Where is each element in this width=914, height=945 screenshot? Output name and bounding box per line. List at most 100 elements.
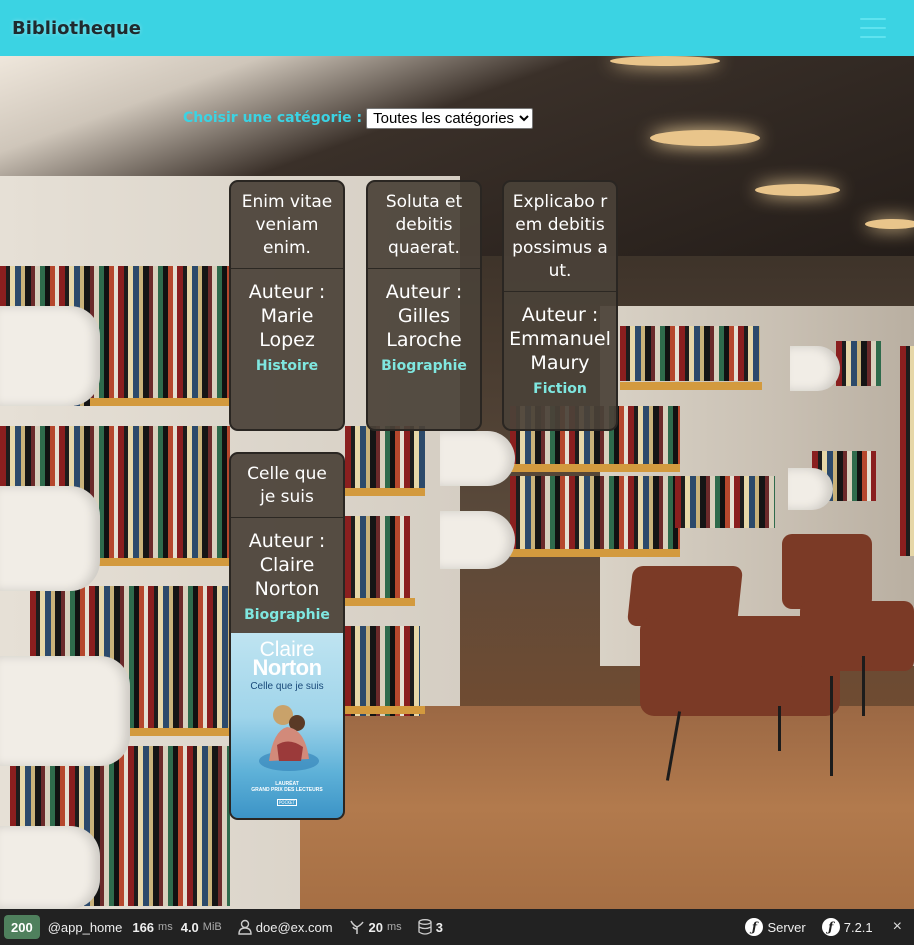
category-select[interactable]: Toutes les catégories (366, 107, 534, 129)
status-code-badge[interactable]: 200 (4, 915, 40, 939)
database-icon (418, 919, 432, 935)
shelf-board (510, 464, 680, 472)
user-icon (238, 919, 252, 935)
db-query-count: 3 (435, 919, 443, 935)
book-author-name: Emmanuel Maury (509, 328, 611, 374)
hamburger-line (860, 27, 886, 29)
cover-publisher-badge: POCKET (277, 799, 297, 806)
category-filter-label: Choisir une catégorie : (183, 110, 363, 126)
book-title: Explicabo rem debitis possimus aut. (504, 182, 616, 292)
ceiling-light (755, 184, 840, 196)
armchair (782, 534, 872, 609)
floor (300, 706, 914, 909)
shelf-side-panel (0, 486, 100, 591)
shelf-side-panel (790, 346, 840, 391)
armchair (800, 601, 914, 671)
book-card[interactable]: Soluta et debitis quaerat. Auteur : Gill… (366, 180, 482, 431)
cover-illustration (259, 705, 319, 771)
bookshelf-books (675, 476, 775, 528)
route-name: @app_home (47, 919, 123, 935)
chair-leg (862, 656, 865, 716)
shelf-side-panel (440, 431, 515, 486)
server-label: Server (767, 919, 806, 935)
user-item[interactable]: doe@ex.com (230, 909, 341, 945)
book-category[interactable]: Histoire (231, 352, 343, 386)
book-author-label: Auteur : (248, 530, 326, 552)
cover-prize: LAURÉAT GRAND PRIX DES LECTEURS (231, 781, 343, 793)
book-author-name: Claire Norton (254, 554, 320, 600)
shelf-side-panel (0, 306, 100, 406)
book-author: Auteur : Marie Lopez (231, 269, 343, 352)
symfony-version: 7.2.1 (843, 919, 873, 935)
shelf-side-panel (0, 826, 100, 909)
book-category[interactable]: Biographie (368, 352, 480, 386)
bookshelf-books (345, 516, 410, 606)
bookshelf-books (345, 426, 425, 496)
book-author-name: Marie Lopez (259, 305, 315, 351)
shelf-board (345, 488, 425, 496)
book-title: Celle que je suis (231, 454, 343, 518)
navbar: Bibliotheque (0, 0, 914, 56)
book-author-label: Auteur : (385, 281, 463, 303)
book-title: Soluta et debitis quaerat. (368, 182, 480, 269)
bookshelf-books (900, 346, 914, 556)
book-author-name: Gilles Laroche (386, 305, 462, 351)
cover-title: Celle que je suis (250, 681, 324, 692)
brand-link[interactable]: Bibliotheque (12, 18, 141, 39)
shelf-board (620, 382, 762, 390)
debug-toolbar: 200 @app_home 166 ms 4.0 MiB doe@ex.com … (0, 909, 914, 945)
chair-leg (830, 676, 833, 776)
symfony-logo-icon: ƒ (745, 918, 764, 936)
book-card[interactable]: Celle que je suis Auteur : Claire Norton… (229, 452, 345, 820)
book-author: Auteur : Claire Norton (231, 518, 343, 601)
book-author: Auteur : Emmanuel Maury (504, 292, 616, 375)
twig-icon (349, 919, 365, 935)
cover-author: Claire Norton (231, 639, 343, 680)
bookshelf-books (345, 626, 420, 716)
shelf-side-panel (0, 656, 130, 766)
database-item[interactable]: 3 (410, 909, 451, 945)
hamburger-line (860, 36, 886, 38)
shelf-board (120, 728, 230, 736)
book-title: Enim vitae veniam enim. (231, 182, 343, 269)
chair-leg (778, 706, 781, 751)
memory-item[interactable]: 4.0 MiB (181, 909, 230, 945)
twig-item[interactable]: 20 ms (341, 909, 410, 945)
time-item[interactable]: 166 ms (130, 909, 180, 945)
shelf-side-panel (440, 511, 515, 569)
memory-unit: MiB (202, 921, 222, 933)
book-category[interactable]: Fiction (504, 375, 616, 407)
book-card[interactable]: Enim vitae veniam enim. Auteur : Marie L… (229, 180, 345, 431)
symfony-version-item[interactable]: ƒ 7.2.1 (814, 909, 881, 945)
bookshelf-books (836, 341, 881, 386)
cover-prize-line: GRAND PRIX DES LECTEURS (251, 787, 323, 793)
shelf-board (345, 598, 415, 606)
close-icon[interactable]: × (881, 918, 914, 936)
book-author: Auteur : Gilles Laroche (368, 269, 480, 352)
category-filter: Choisir une catégorie : Toutes les catég… (183, 107, 534, 129)
book-cover-image[interactable]: Claire Norton Celle que je suis LAURÉAT … (231, 633, 343, 818)
hamburger-line (860, 18, 886, 20)
bookshelf-books (510, 476, 680, 556)
book-author-label: Auteur : (248, 281, 326, 303)
route-item[interactable]: @app_home (40, 909, 131, 945)
memory-value: 4.0 (180, 919, 199, 935)
ceiling-light (610, 56, 720, 66)
ceiling-light (650, 130, 760, 146)
shelf-board (345, 706, 425, 714)
twig-value: 20 (368, 919, 384, 935)
shelf-side-panel (788, 468, 833, 510)
hamburger-icon[interactable] (860, 18, 886, 38)
book-card[interactable]: Explicabo rem debitis possimus aut. Aute… (502, 180, 618, 431)
cover-author-last-name: Norton (252, 655, 322, 680)
server-item[interactable]: ƒ Server (737, 909, 813, 945)
symfony-logo-icon: ƒ (821, 918, 840, 936)
bookshelf-books (620, 326, 760, 381)
shelf-board (90, 398, 230, 406)
time-value: 166 (132, 919, 155, 935)
ceiling-light (865, 219, 914, 229)
twig-unit: ms (387, 921, 402, 933)
user-email: doe@ex.com (255, 919, 333, 935)
book-category[interactable]: Biographie (231, 601, 343, 631)
shelf-board (510, 549, 680, 557)
